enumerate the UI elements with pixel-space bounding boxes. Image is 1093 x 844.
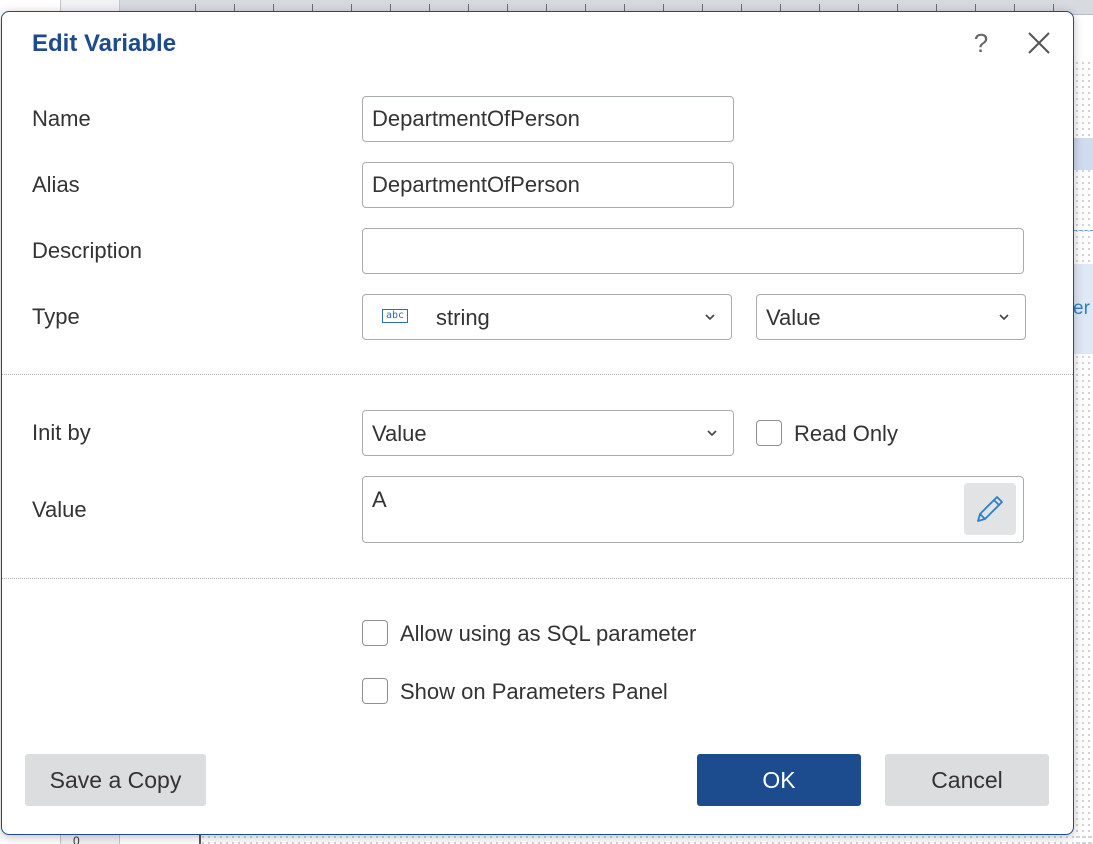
read-only-label: Read Only xyxy=(794,421,898,446)
ruler-marker xyxy=(199,834,201,844)
name-label: Name xyxy=(32,106,91,131)
cancel-button[interactable]: Cancel xyxy=(885,754,1049,806)
dialog-title: Edit Variable xyxy=(32,30,177,57)
allow-sql-parameter-label: Allow using as SQL parameter xyxy=(400,621,697,646)
description-input[interactable] xyxy=(362,228,1024,274)
close-icon xyxy=(1028,32,1050,54)
string-type-icon: abc xyxy=(382,309,408,323)
read-only-checkbox[interactable] xyxy=(756,420,782,446)
name-input[interactable] xyxy=(362,96,734,142)
value-expression-field[interactable]: A xyxy=(362,476,1024,543)
show-on-parameters-panel-checkbox[interactable] xyxy=(362,678,388,704)
pencil-icon xyxy=(977,496,1003,522)
type-mode-select-value: Value xyxy=(766,305,821,330)
type-select-value: string xyxy=(436,305,490,330)
band-text: er xyxy=(1073,298,1090,319)
help-button[interactable]: ? xyxy=(966,26,996,60)
type-label: Type xyxy=(32,304,80,329)
value-text: A xyxy=(372,487,387,512)
type-mode-select[interactable]: Value xyxy=(756,294,1026,340)
type-select[interactable]: abc string xyxy=(362,294,732,340)
section-divider xyxy=(2,578,1073,579)
edit-variable-dialog: Edit Variable ? Name Alias Description T… xyxy=(1,11,1074,835)
ok-button[interactable]: OK xyxy=(697,754,861,806)
section-divider xyxy=(2,374,1073,375)
init-by-label: Init by xyxy=(32,420,91,445)
alias-label: Alias xyxy=(32,172,80,197)
allow-sql-parameter-checkbox[interactable] xyxy=(362,620,388,646)
grid-dots-bottom xyxy=(200,834,1093,844)
save-a-copy-button[interactable]: Save a Copy xyxy=(25,754,206,806)
band-header xyxy=(1074,138,1093,170)
grid-dots xyxy=(1074,60,1093,844)
value-label: Value xyxy=(32,497,87,522)
chevron-down-icon xyxy=(707,430,717,437)
ruler-number: 0 xyxy=(73,834,80,844)
init-by-select[interactable]: Value xyxy=(362,410,734,456)
band-divider xyxy=(1074,230,1093,231)
edit-expression-button[interactable] xyxy=(964,483,1016,535)
close-button[interactable] xyxy=(1024,28,1054,58)
chevron-down-icon xyxy=(705,314,715,321)
init-by-select-value: Value xyxy=(372,421,427,446)
show-on-parameters-panel-label: Show on Parameters Panel xyxy=(400,679,668,704)
description-label: Description xyxy=(32,238,143,263)
alias-input[interactable] xyxy=(362,162,734,208)
chevron-down-icon xyxy=(999,314,1009,321)
